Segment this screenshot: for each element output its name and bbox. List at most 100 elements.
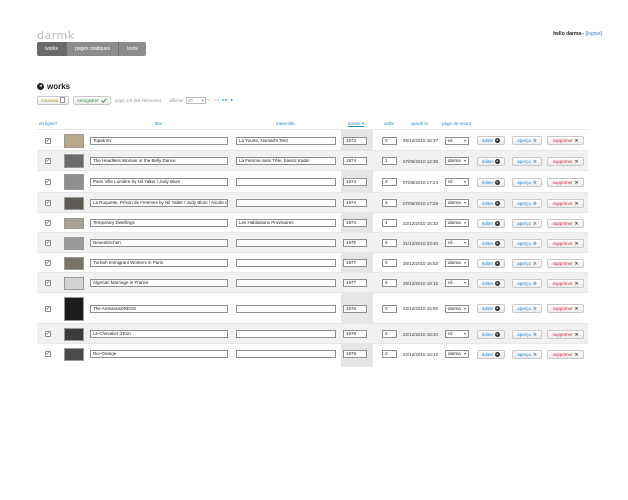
ordre-input[interactable]: 0	[382, 259, 397, 267]
apercu-button[interactable]: aperçu ✲	[512, 278, 542, 288]
meta-title-input[interactable]: La Yourte, Nomad's Tent	[236, 136, 336, 145]
annee-input[interactable]: 1978	[343, 330, 367, 338]
annee-input[interactable]: 1974	[343, 219, 367, 227]
annee-input[interactable]: 1979	[343, 350, 367, 358]
work-thumbnail[interactable]	[64, 154, 84, 168]
ordre-input[interactable]: 2	[382, 178, 397, 186]
annee-input[interactable]: 1974	[343, 157, 367, 165]
work-thumbnail[interactable]	[64, 347, 84, 361]
apercu-button[interactable]: aperçu ✲	[512, 238, 542, 248]
enregistrer-button[interactable]: enregistrer	[73, 95, 111, 105]
online-checkbox[interactable]: ✓	[45, 158, 51, 164]
supprimer-button[interactable]: supprimer ✕	[547, 238, 584, 248]
editer-button[interactable]: éditer ▸	[477, 177, 505, 187]
col-page-de-retour[interactable]: page de retour	[442, 121, 471, 126]
pager-prev[interactable]: ◂ ◂◂	[208, 97, 220, 102]
back-arrow-icon[interactable]: ◂	[37, 83, 44, 90]
annee-input[interactable]: 1975	[343, 239, 367, 247]
supprimer-button[interactable]: supprimer ✕	[547, 329, 584, 339]
page-retour-select[interactable]: darma ▾	[445, 259, 469, 267]
page-retour-select[interactable]: darma ▾	[445, 219, 469, 227]
col-ajoute-le[interactable]: ajouté le	[411, 121, 428, 126]
supprimer-button[interactable]: supprimer ✕	[547, 156, 584, 166]
online-checkbox[interactable]: ✓	[45, 179, 51, 185]
meta-title-input[interactable]	[236, 259, 336, 267]
online-checkbox[interactable]: ✓	[45, 305, 51, 312]
apercu-button[interactable]: aperçu ✲	[512, 258, 542, 268]
logout-link[interactable]: [logout]	[586, 31, 602, 37]
meta-title-input[interactable]	[236, 239, 336, 247]
online-checkbox[interactable]: ✓	[45, 331, 51, 337]
supprimer-button[interactable]: supprimer ✕	[547, 304, 584, 313]
work-thumbnail[interactable]	[64, 256, 84, 270]
work-thumbnail[interactable]	[64, 276, 84, 290]
page-retour-select[interactable]: darma ▾	[445, 350, 469, 358]
titre-input[interactable]: Algerian Marriage in France	[90, 279, 228, 287]
nav-tab-pages-statiques[interactable]: pages statiques	[67, 42, 120, 56]
col-titre[interactable]: titre	[155, 121, 163, 126]
titre-input[interactable]: Topak Ev	[90, 136, 228, 145]
online-checkbox[interactable]: ✓	[45, 137, 51, 144]
apercu-button[interactable]: aperçu ✲	[512, 198, 542, 208]
editer-button[interactable]: éditer ▸	[477, 218, 505, 228]
nouveau-button[interactable]: nouveau	[37, 95, 70, 105]
editer-button[interactable]: éditer ▸	[477, 349, 505, 359]
page-retour-select[interactable]: nil ▾	[445, 178, 469, 186]
page-retour-select[interactable]: nil ▾	[445, 136, 469, 145]
online-checkbox[interactable]: ✓	[45, 220, 51, 226]
work-thumbnail[interactable]	[64, 196, 84, 210]
apercu-button[interactable]: aperçu ✲	[512, 329, 542, 339]
apercu-button[interactable]: aperçu ✲	[512, 156, 542, 166]
titre-input[interactable]: Rio-Orange	[90, 350, 228, 358]
online-checkbox[interactable]: ✓	[45, 351, 51, 357]
work-thumbnail[interactable]	[64, 327, 84, 341]
supprimer-button[interactable]: supprimer ✕	[547, 136, 584, 145]
titre-input[interactable]: The AmbassaDRESS	[90, 304, 228, 313]
page-retour-select[interactable]: nil ▾	[445, 239, 469, 247]
ordre-input[interactable]: 0	[382, 304, 397, 313]
annee-input[interactable]: 1977	[343, 279, 367, 287]
col-en-ligne[interactable]: en ligne?	[39, 121, 57, 126]
work-thumbnail[interactable]	[64, 236, 84, 250]
titre-input[interactable]: Le Chevalier d'Eon	[90, 330, 228, 338]
page-retour-select[interactable]: nil ▾	[445, 279, 469, 287]
titre-input[interactable]: Turkish Immigrant Workers in Paris	[90, 259, 228, 267]
apercu-button[interactable]: aperçu ✲	[512, 349, 542, 359]
work-thumbnail[interactable]	[64, 217, 84, 229]
apercu-button[interactable]: aperçu ✲	[512, 177, 542, 187]
supprimer-button[interactable]: supprimer ✕	[547, 258, 584, 268]
page-retour-select[interactable]: darma ▾	[445, 157, 469, 165]
ordre-input[interactable]: 2	[382, 350, 397, 358]
meta-title-input[interactable]: La Femme sans Tête, bassiz Kadin	[236, 157, 336, 165]
meta-title-input[interactable]	[236, 279, 336, 287]
online-checkbox[interactable]: ✓	[45, 200, 51, 206]
per-page-select[interactable]: 20 ▾	[185, 96, 206, 104]
supprimer-button[interactable]: supprimer ✕	[547, 218, 584, 228]
pager-next[interactable]: ▸▸ ▸	[222, 97, 234, 102]
editer-button[interactable]: éditer ▸	[477, 156, 505, 166]
nav-tab-texts[interactable]: texts	[119, 42, 146, 56]
meta-title-input[interactable]	[236, 304, 336, 313]
page-retour-select[interactable]: darma ▾	[445, 304, 469, 313]
annee-input[interactable]: 1974	[343, 199, 367, 207]
page-retour-select[interactable]: darma ▾	[445, 199, 469, 207]
titre-input[interactable]: La Roquette, Prison de Femmes by Nil Yal…	[90, 199, 228, 207]
col-ordre[interactable]: ordre	[384, 121, 395, 126]
supprimer-button[interactable]: supprimer ✕	[547, 278, 584, 288]
meta-title-input[interactable]: Les Habitations Provisoires	[236, 219, 336, 227]
ordre-input[interactable]: 0	[382, 136, 397, 145]
editer-button[interactable]: éditer ▸	[477, 238, 505, 248]
nav-tab-works[interactable]: works	[37, 42, 68, 56]
app-logo[interactable]: darmk	[37, 29, 75, 42]
ordre-input[interactable]: 1	[382, 157, 397, 165]
ordre-input[interactable]: 0	[382, 279, 397, 287]
titre-input[interactable]: The Headless Woman or the Belly Dance	[90, 157, 228, 165]
meta-title-input[interactable]	[236, 199, 336, 207]
ordre-input[interactable]: 0	[382, 330, 397, 338]
apercu-button[interactable]: aperçu ✲	[512, 304, 542, 313]
editer-button[interactable]: éditer ▸	[477, 136, 505, 145]
online-checkbox[interactable]: ✓	[45, 260, 51, 266]
meta-title-input[interactable]	[236, 330, 336, 338]
online-checkbox[interactable]: ✓	[45, 280, 51, 286]
page-retour-select[interactable]: nil ▾	[445, 330, 469, 338]
